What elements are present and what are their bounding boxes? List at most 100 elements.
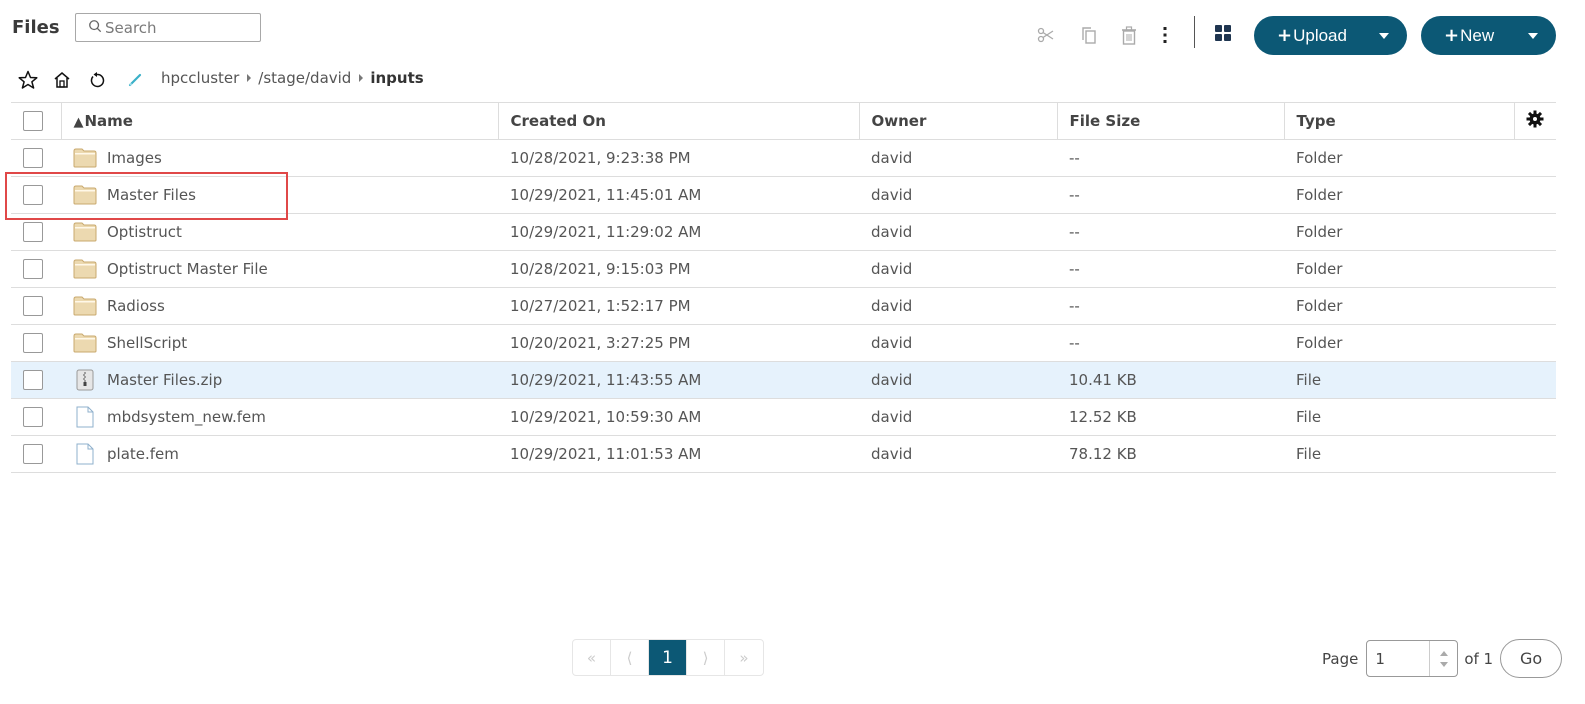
select-all-cell bbox=[11, 102, 62, 140]
row-checkbox[interactable] bbox=[23, 296, 43, 316]
files-table: ▲Name Created On Owner File Size Type Im… bbox=[11, 102, 1556, 473]
prev-page-button[interactable]: ⟨ bbox=[611, 640, 649, 675]
type-cell: Folder bbox=[1284, 250, 1514, 288]
owner-cell: david bbox=[859, 287, 1057, 325]
name-cell: Images bbox=[61, 139, 498, 177]
created-on-cell: 10/20/2021, 3:27:25 PM bbox=[498, 324, 859, 362]
table-row[interactable]: Optistruct Master File 10/28/2021, 9:15:0… bbox=[11, 250, 1556, 288]
go-button[interactable]: Go bbox=[1500, 639, 1563, 678]
name-cell: ShellScript bbox=[61, 324, 498, 362]
file-size-cell: -- bbox=[1057, 213, 1284, 251]
folder-icon bbox=[73, 221, 97, 243]
row-select-cell bbox=[11, 324, 61, 362]
type-cell: File bbox=[1284, 398, 1514, 436]
file-name[interactable]: mbdsystem_new.fem bbox=[107, 408, 266, 426]
new-label: New bbox=[1460, 25, 1495, 45]
column-header-file-size[interactable]: File Size bbox=[1057, 102, 1285, 140]
row-checkbox[interactable] bbox=[23, 148, 43, 168]
upload-button[interactable]: + Upload bbox=[1254, 16, 1407, 55]
column-header-type[interactable]: Type bbox=[1284, 102, 1515, 140]
file-icon bbox=[73, 406, 97, 428]
more-vertical-icon[interactable] bbox=[1154, 24, 1176, 46]
next-page-button[interactable]: ⟩ bbox=[687, 640, 725, 675]
empty-cell bbox=[1514, 139, 1556, 177]
row-checkbox[interactable] bbox=[23, 444, 43, 464]
name-cell: Radioss bbox=[61, 287, 498, 325]
name-cell: Optistruct bbox=[61, 213, 498, 251]
table-row[interactable]: Master Files.zip 10/29/2021, 11:43:55 AM d… bbox=[11, 361, 1556, 399]
folder-icon bbox=[73, 295, 97, 317]
page-label: Page bbox=[1322, 649, 1359, 668]
page-title: Files bbox=[12, 17, 60, 38]
file-name[interactable]: plate.fem bbox=[107, 445, 179, 463]
gear-icon[interactable] bbox=[1526, 110, 1544, 132]
name-cell: Master Files bbox=[61, 176, 498, 214]
new-button[interactable]: + New bbox=[1421, 16, 1556, 55]
star-icon[interactable] bbox=[17, 69, 39, 91]
search-input[interactable] bbox=[105, 18, 255, 37]
file-name[interactable]: ShellScript bbox=[107, 334, 187, 352]
spin-up-icon[interactable] bbox=[1439, 650, 1448, 656]
search-box[interactable] bbox=[75, 13, 261, 42]
file-size-cell: -- bbox=[1057, 324, 1284, 362]
page-1-button[interactable]: 1 bbox=[649, 640, 687, 675]
zip-file-icon bbox=[73, 369, 97, 391]
file-name[interactable]: Master Files bbox=[107, 186, 196, 204]
row-checkbox[interactable] bbox=[23, 185, 43, 205]
column-header-owner[interactable]: Owner bbox=[859, 102, 1058, 140]
file-name[interactable]: Radioss bbox=[107, 297, 165, 315]
search-icon bbox=[88, 18, 102, 37]
row-checkbox[interactable] bbox=[23, 259, 43, 279]
type-cell: Folder bbox=[1284, 176, 1514, 214]
owner-cell: david bbox=[859, 398, 1057, 436]
owner-cell: david bbox=[859, 435, 1057, 473]
chevron-down-icon[interactable] bbox=[1528, 33, 1538, 39]
grid-view-icon[interactable] bbox=[1212, 22, 1234, 44]
select-all-checkbox[interactable] bbox=[23, 111, 43, 131]
row-select-cell bbox=[11, 435, 61, 473]
column-settings[interactable] bbox=[1514, 102, 1556, 140]
name-cell: plate.fem bbox=[61, 435, 498, 473]
page-jump: Page of 1 Go bbox=[1322, 639, 1563, 678]
row-checkbox[interactable] bbox=[23, 370, 43, 390]
column-header-name[interactable]: ▲Name bbox=[61, 102, 499, 140]
row-select-cell bbox=[11, 287, 61, 325]
column-header-created-on[interactable]: Created On bbox=[498, 102, 860, 140]
table-row[interactable]: Radioss 10/27/2021, 1:52:17 PM david -- Fold… bbox=[11, 287, 1556, 325]
breadcrumb-item[interactable]: hpccluster bbox=[161, 69, 239, 87]
row-checkbox[interactable] bbox=[23, 333, 43, 353]
spin-down-icon[interactable] bbox=[1439, 661, 1448, 667]
file-name[interactable]: Optistruct Master File bbox=[107, 260, 268, 278]
file-name[interactable]: Optistruct bbox=[107, 223, 182, 241]
chevron-down-icon[interactable] bbox=[1379, 33, 1389, 39]
page-spinner[interactable] bbox=[1429, 641, 1457, 676]
row-select-cell bbox=[11, 139, 61, 177]
copy-icon[interactable] bbox=[1078, 24, 1100, 46]
table-row[interactable]: Optistruct 10/29/2021, 11:29:02 AM david --… bbox=[11, 213, 1556, 251]
file-name[interactable]: Images bbox=[107, 149, 162, 167]
page-number-stepper[interactable] bbox=[1366, 640, 1459, 677]
refresh-icon[interactable] bbox=[86, 69, 108, 91]
empty-cell bbox=[1514, 398, 1556, 436]
empty-cell bbox=[1514, 287, 1556, 325]
breadcrumb-item[interactable]: /stage/david bbox=[258, 69, 351, 87]
home-icon[interactable] bbox=[51, 69, 73, 91]
table-row[interactable]: ShellScript 10/20/2021, 3:27:25 PM david --… bbox=[11, 324, 1556, 362]
table-row[interactable]: Master Files 10/29/2021, 11:45:01 AM david… bbox=[11, 176, 1556, 214]
edit-pencil-icon[interactable] bbox=[124, 69, 146, 91]
created-on-cell: 10/27/2021, 1:52:17 PM bbox=[498, 287, 859, 325]
table-row[interactable]: Images 10/28/2021, 9:23:38 PM david -- Folde… bbox=[11, 139, 1556, 177]
row-checkbox[interactable] bbox=[23, 407, 43, 427]
table-row[interactable]: mbdsystem_new.fem 10/29/2021, 10:59:30 AM… bbox=[11, 398, 1556, 436]
first-page-button[interactable]: « bbox=[573, 640, 611, 675]
last-page-button[interactable]: » bbox=[725, 640, 763, 675]
type-cell: Folder bbox=[1284, 213, 1514, 251]
file-name[interactable]: Master Files.zip bbox=[107, 371, 222, 389]
table-row[interactable]: plate.fem 10/29/2021, 11:01:53 AM david 78.… bbox=[11, 435, 1556, 473]
type-cell: Folder bbox=[1284, 139, 1514, 177]
created-on-cell: 10/29/2021, 11:45:01 AM bbox=[498, 176, 859, 214]
trash-icon[interactable] bbox=[1118, 24, 1140, 46]
row-checkbox[interactable] bbox=[23, 222, 43, 242]
page-number-input[interactable] bbox=[1367, 648, 1428, 669]
scissors-icon[interactable] bbox=[1035, 24, 1057, 46]
